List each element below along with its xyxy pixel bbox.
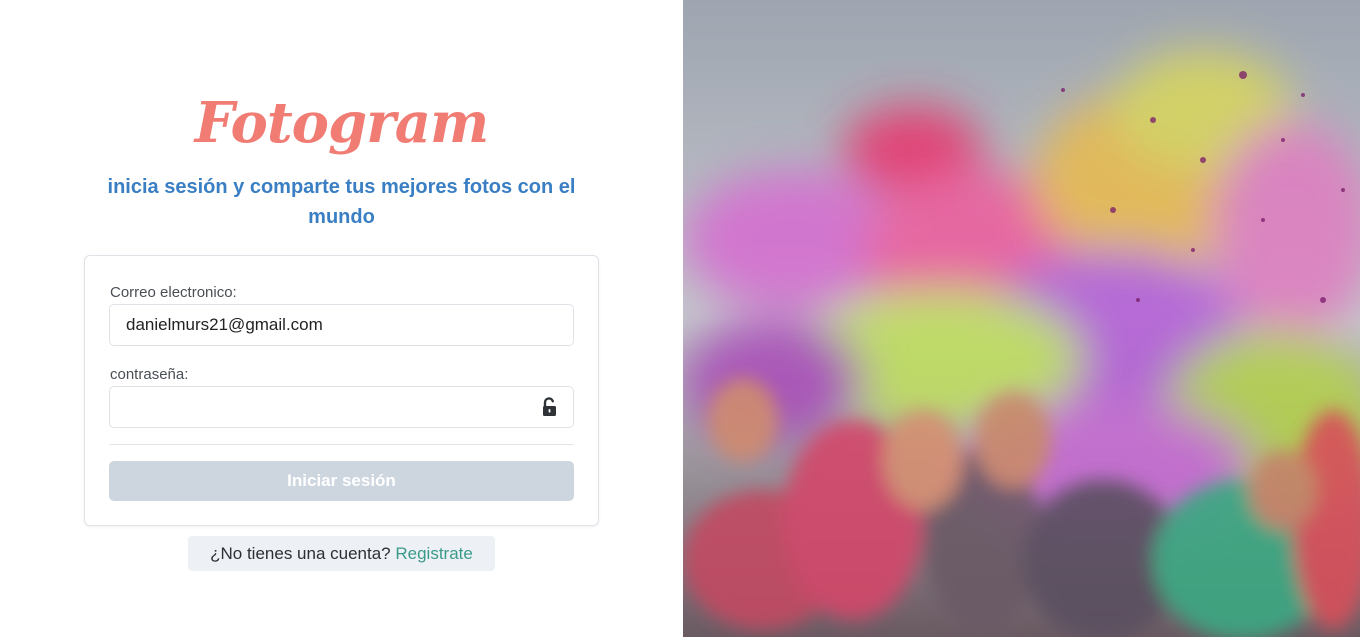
- login-panel: Fotogram inicia sesión y comparte tus me…: [0, 0, 683, 637]
- hero-photo: [683, 0, 1360, 637]
- signup-prompt-box: ¿No tienes una cuenta? Registrate: [188, 536, 495, 571]
- login-card: Correo electronico: contraseña: Iniciar …: [84, 255, 599, 526]
- login-button[interactable]: Iniciar sesión: [109, 461, 574, 501]
- email-field[interactable]: [109, 304, 574, 346]
- password-label: contraseña:: [110, 366, 189, 383]
- signup-prompt-text: ¿No tienes una cuenta?: [210, 544, 391, 563]
- password-field[interactable]: [109, 386, 574, 428]
- signup-link[interactable]: Registrate: [395, 544, 472, 563]
- app-logo: Fotogram: [194, 90, 489, 156]
- tagline: inicia sesión y comparte tus mejores fot…: [107, 176, 576, 228]
- form-divider: [109, 444, 574, 445]
- color-festival-image: [683, 0, 1360, 637]
- unlocked-padlock-icon[interactable]: [542, 397, 558, 417]
- email-label: Correo electronico:: [110, 284, 237, 301]
